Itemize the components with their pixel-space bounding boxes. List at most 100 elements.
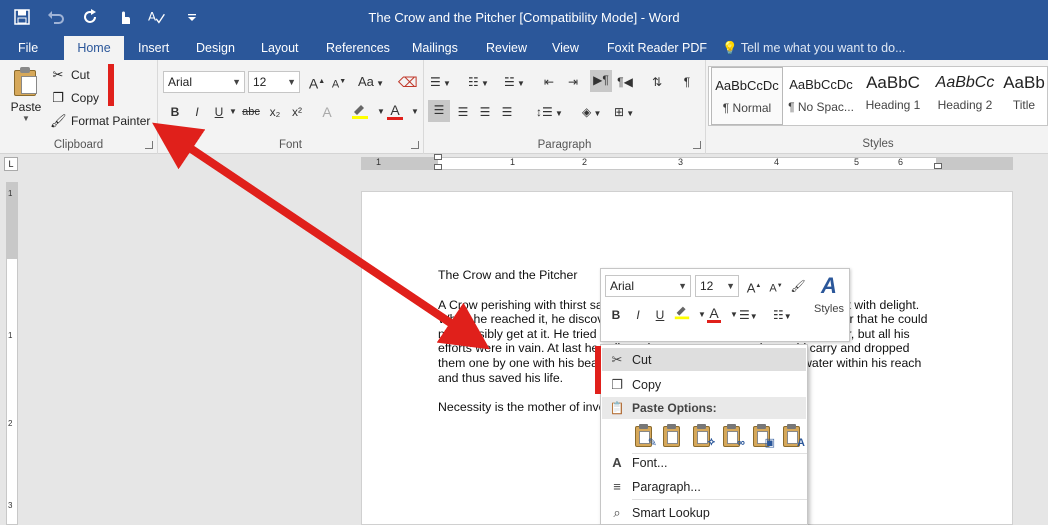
paste-text-only-icon[interactable]: A — [781, 423, 805, 449]
mini-bold-button[interactable]: B — [607, 305, 625, 325]
font-color-dropdown-icon[interactable]: ▼ — [406, 102, 424, 122]
borders-icon[interactable]: ⊞ ▼ — [614, 102, 634, 122]
paste-merge-formatting-icon[interactable] — [661, 423, 683, 449]
decrease-indent-icon[interactable]: ⇤ — [540, 72, 558, 92]
font-name-combo[interactable]: Arial ▼ — [163, 71, 245, 93]
format-painter-button[interactable]: 🖌 Format Painter — [50, 111, 150, 131]
multilevel-list-icon[interactable]: ☱ ▼ — [504, 72, 525, 92]
mini-font-name-combo[interactable]: Arial ▼ — [605, 275, 691, 297]
highlight-button[interactable] — [350, 102, 370, 122]
line-spacing-icon[interactable]: ↕☰ ▼ — [536, 102, 563, 122]
paintbrush-icon: 🖌 — [50, 113, 67, 128]
tab-mailings[interactable]: Mailings — [408, 36, 462, 60]
clipboard-launcher-icon[interactable] — [145, 141, 153, 149]
eraser-icon[interactable]: ⌫ — [398, 72, 418, 92]
tab-view[interactable]: View — [548, 36, 583, 60]
mini-bullets-icon[interactable]: ☰▼ — [739, 305, 758, 325]
tab-layout[interactable]: Layout — [257, 36, 303, 60]
paste-picture-icon[interactable]: ⟡ — [691, 423, 715, 449]
mini-numbering-icon[interactable]: ☷▼ — [773, 305, 792, 325]
font-launcher-icon[interactable] — [411, 141, 419, 149]
paste-icon — [12, 66, 40, 96]
paste-link-icon[interactable]: ∞ — [721, 423, 745, 449]
tell-me-text: Tell me what you want to do... — [740, 41, 906, 55]
font-color-button[interactable]: A — [386, 100, 404, 120]
right-indent-marker[interactable] — [934, 163, 942, 169]
underline-dropdown-icon[interactable]: ▼ — [224, 102, 242, 122]
align-center-icon[interactable]: ☰ — [454, 102, 472, 122]
paste-dropdown-icon[interactable]: ▼ — [6, 114, 46, 123]
align-left-icon[interactable]: ☰ — [428, 100, 450, 122]
paragraph-icon: ≡ — [613, 479, 621, 494]
change-case-button[interactable]: Aa ▼ — [358, 72, 384, 92]
show-marks-icon[interactable]: ¶ — [678, 72, 696, 92]
paragraph-launcher-icon[interactable] — [693, 141, 701, 149]
mini-grow-font-button[interactable]: A▲ — [745, 276, 763, 296]
style-normal[interactable]: AaBbCcDc ¶ Normal — [711, 67, 783, 125]
grow-font-button[interactable]: A▲ — [308, 72, 326, 92]
left-indent-marker[interactable] — [434, 164, 442, 170]
align-right-icon[interactable]: ☰ — [476, 102, 494, 122]
styles-gallery: AaBbCcDc ¶ Normal AaBbCcDc ¶ No Spac... … — [708, 66, 1048, 126]
tab-file[interactable]: File — [14, 36, 42, 60]
tab-review[interactable]: Review — [482, 36, 531, 60]
copy-icon: ❐ — [611, 376, 623, 392]
bold-button[interactable]: B — [166, 102, 184, 122]
mini-underline-button[interactable]: U — [651, 305, 669, 325]
menu-item-paragraph[interactable]: ≡ Paragraph... — [602, 475, 806, 498]
paste-keep-source-formatting-icon[interactable]: ✎ — [633, 423, 657, 449]
clipboard-group: Paste ▼ ✂ Cut ❐ Copy 🖌 Format Painter Cl… — [0, 60, 158, 154]
mini-styles-button[interactable]: A Styles — [811, 273, 847, 323]
tab-selector-icon[interactable]: L — [4, 157, 18, 171]
style-title[interactable]: AaBb Title — [1001, 67, 1047, 125]
sort-icon[interactable]: ⇅ — [648, 72, 666, 92]
strikethrough-button[interactable]: abc — [242, 102, 260, 122]
paste-button[interactable]: Paste ▼ — [6, 66, 46, 128]
tab-insert[interactable]: Insert — [134, 36, 173, 60]
menu-item-smart-lookup[interactable]: ⌕ Smart Lookup — [602, 501, 806, 524]
mini-font-color-button[interactable]: A — [705, 303, 723, 323]
bullets-icon[interactable]: ☰ ▼ — [430, 72, 451, 92]
mini-shrink-font-button[interactable]: A▼ — [767, 276, 785, 296]
tell-me-search[interactable]: 💡 Tell me what you want to do... — [722, 36, 906, 60]
style-heading-2[interactable]: AaBbCc Heading 2 — [929, 67, 1001, 125]
menu-item-font[interactable]: A Font... — [602, 451, 806, 474]
tab-design[interactable]: Design — [192, 36, 239, 60]
italic-button[interactable]: I — [188, 102, 206, 122]
shrink-font-button[interactable]: A▼ — [330, 72, 348, 92]
tab-home[interactable]: Home — [64, 36, 124, 60]
format-painter-label: Format Painter — [71, 114, 151, 128]
menu-item-copy[interactable]: ❐ Copy — [602, 373, 806, 396]
mini-format-painter-icon[interactable]: 🖌 — [789, 276, 807, 296]
horizontal-ruler-area: L 1 1 2 3 4 5 6 — [0, 154, 1048, 174]
menu-item-cut[interactable]: ✂ Cut — [602, 348, 806, 371]
vertical-ruler[interactable]: 1 1 2 3 — [6, 182, 18, 525]
context-menu: ✂ Cut ❐ Copy 📋 Paste Options: ✎ ⟡ ∞ ▣ A … — [600, 344, 808, 525]
style-no-spacing[interactable]: AaBbCcDc ¶ No Spac... — [785, 67, 857, 125]
paste-icon: 📋 — [609, 401, 625, 415]
copy-button[interactable]: ❐ Copy — [50, 88, 99, 108]
numbering-icon[interactable]: ☷ ▼ — [468, 72, 489, 92]
mini-italic-button[interactable]: I — [629, 305, 647, 325]
superscript-button[interactable]: x² — [288, 102, 306, 122]
paste-image-icon[interactable]: ▣ — [751, 423, 775, 449]
tab-foxit-reader-pdf[interactable]: Foxit Reader PDF — [603, 36, 711, 60]
justify-icon[interactable]: ☰ — [498, 102, 516, 122]
tab-references[interactable]: References — [322, 36, 394, 60]
cut-button[interactable]: ✂ Cut — [50, 65, 90, 85]
copy-icon: ❐ — [52, 90, 64, 105]
font-size-combo[interactable]: 12 ▼ — [248, 71, 300, 93]
style-heading-1[interactable]: AaBbC Heading 1 — [857, 67, 929, 125]
horizontal-ruler[interactable]: 1 1 2 3 4 5 6 — [361, 154, 1013, 170]
left-to-right-icon[interactable]: ▶¶ — [590, 70, 612, 92]
first-line-indent-marker[interactable] — [434, 154, 442, 160]
right-to-left-icon[interactable]: ¶◀ — [616, 72, 634, 92]
text-effects-button[interactable]: A — [318, 102, 336, 122]
scissors-icon: ✂ — [611, 351, 623, 367]
paragraph-group-label: Paragraph — [537, 139, 592, 151]
increase-indent-icon[interactable]: ⇥ — [564, 72, 582, 92]
mini-font-size-combo[interactable]: 12 ▼ — [695, 275, 739, 297]
mini-highlight-button[interactable] — [673, 303, 691, 323]
shading-icon[interactable]: ◈ ▼ — [582, 102, 601, 122]
subscript-button[interactable]: x₂ — [266, 102, 284, 122]
